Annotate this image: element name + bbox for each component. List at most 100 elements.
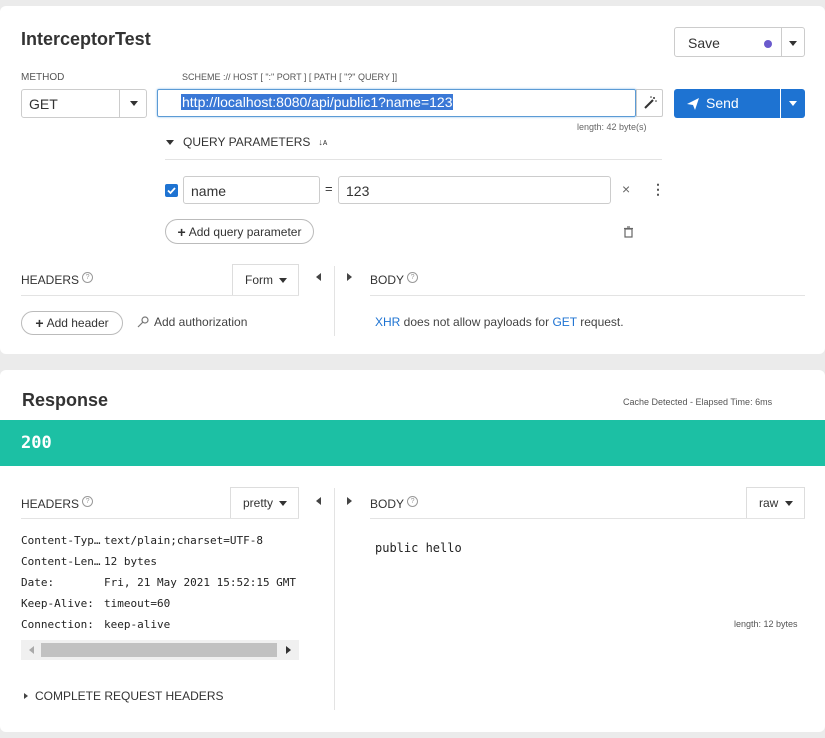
header-key: Date: <box>21 576 55 589</box>
vertical-divider <box>334 266 335 336</box>
header-key: Content-Len… <box>21 555 101 568</box>
chevron-down-icon <box>130 101 138 106</box>
header-value: 12 bytes <box>104 555 157 568</box>
query-params-toggle[interactable]: QUERY PARAMETERS ↓ᴀ <box>166 135 327 149</box>
save-label: Save <box>688 35 720 51</box>
divider <box>21 295 299 296</box>
chevron-down-icon <box>279 501 287 506</box>
response-length-info: length: 12 bytes <box>734 619 798 629</box>
method-select[interactable]: GET <box>21 89 147 118</box>
divider <box>370 518 805 519</box>
header-key: Content-Typ… <box>21 534 101 547</box>
chevron-down-icon <box>166 139 174 145</box>
table-row: Keep-Alive: timeout=60 <box>21 597 170 610</box>
table-row: Content-Typ… text/plain;charset=UTF-8 <box>21 534 263 547</box>
status-bar: 200 <box>0 420 825 466</box>
add-authorization-label: Add authorization <box>154 315 248 329</box>
scrollbar-thumb[interactable] <box>41 643 277 657</box>
response-body-mode-value: raw <box>759 496 779 510</box>
response-body-label: BODY <box>370 497 405 511</box>
send-menu-button[interactable] <box>781 89 805 118</box>
response-headers-table: Content-Typ… text/plain;charset=UTF-8 Con… <box>21 534 299 644</box>
unsaved-dot-icon <box>764 40 772 48</box>
body-message: XHR does not allow payloads for GET requ… <box>375 315 624 329</box>
complete-request-headers-toggle[interactable]: COMPLETE REQUEST HEADERS <box>24 689 223 703</box>
divider <box>370 295 805 296</box>
header-value: keep-alive <box>104 618 171 631</box>
help-icon[interactable]: ? <box>82 496 94 507</box>
url-length-info: length: 42 byte(s) <box>577 122 647 132</box>
method-label: METHOD <box>21 72 65 83</box>
status-code: 200 <box>21 433 52 453</box>
url-value: http://localhost:8080/api/public1?name=1… <box>181 94 454 110</box>
magic-wand-icon <box>644 96 657 109</box>
beautify-button[interactable] <box>636 89 663 117</box>
plus-icon: + <box>35 315 44 331</box>
save-button[interactable]: Save <box>674 27 782 57</box>
request-body-label: BODY <box>370 273 405 287</box>
param-value-text: 123 <box>346 183 370 199</box>
chevron-down-icon <box>789 101 797 106</box>
scroll-right-icon[interactable] <box>286 646 291 654</box>
request-headers-label: HEADERS <box>21 273 80 287</box>
url-input[interactable]: http://localhost:8080/api/public1?name=1… <box>157 89 636 117</box>
add-header-button[interactable]: + Add header <box>21 311 123 335</box>
scroll-left-icon[interactable] <box>29 646 34 654</box>
response-headers-label: HEADERS <box>21 497 80 511</box>
collapse-left-icon[interactable] <box>316 273 321 281</box>
param-name-value: name <box>191 183 227 199</box>
add-query-param-label: Add query parameter <box>188 224 302 239</box>
get-link[interactable]: GET <box>552 315 576 329</box>
response-headers-title: HEADERS? <box>21 496 94 511</box>
collapse-right-icon[interactable] <box>347 497 352 505</box>
param-value-input[interactable]: 123 <box>338 176 611 204</box>
response-card: Response Cache Detected - Elapsed Time: … <box>0 370 825 732</box>
request-card: InterceptorTest Save METHOD GET SCHEME :… <box>0 6 825 354</box>
divider <box>165 159 662 160</box>
chevron-down-icon <box>789 41 797 46</box>
plus-icon: + <box>177 223 186 240</box>
headers-mode-value: Form <box>245 273 273 287</box>
divider <box>21 518 299 519</box>
remove-param-icon[interactable]: × <box>622 181 630 197</box>
query-params-title: QUERY PARAMETERS <box>183 135 311 149</box>
trash-icon[interactable] <box>623 226 634 238</box>
param-enable-checkbox[interactable] <box>165 184 178 197</box>
sort-icon[interactable]: ↓ᴀ <box>318 137 327 147</box>
body-message-text: does not allow payloads for <box>400 315 553 329</box>
more-options-icon[interactable]: ⋮ <box>651 181 665 198</box>
help-icon[interactable]: ? <box>407 496 419 507</box>
vertical-divider <box>334 488 335 710</box>
header-key: Connection: <box>21 618 94 631</box>
add-header-label: Add header <box>46 316 109 330</box>
collapse-left-icon[interactable] <box>316 497 321 505</box>
table-row: Date: Fri, 21 May 2021 15:52:15 GMT <box>21 576 296 589</box>
param-name-input[interactable]: name <box>183 176 320 204</box>
response-title: Response <box>22 390 109 410</box>
response-headers-mode-select[interactable]: pretty <box>230 487 299 518</box>
send-button[interactable]: Send <box>674 89 780 118</box>
param-equals: = <box>325 181 333 196</box>
request-headers-title: HEADERS? <box>21 272 94 287</box>
table-row: Content-Len… 12 bytes <box>21 555 157 568</box>
url-hint: SCHEME :// HOST [ ":" PORT ] [ PATH [ "?… <box>182 72 398 82</box>
help-icon[interactable]: ? <box>82 272 94 283</box>
send-label: Send <box>706 95 739 111</box>
response-headers-mode-value: pretty <box>243 496 274 510</box>
response-body-text: public hello <box>375 541 462 555</box>
header-value: timeout=60 <box>104 597 171 610</box>
header-key: Keep-Alive: <box>21 597 94 610</box>
save-menu-button[interactable] <box>781 27 805 57</box>
collapse-right-icon[interactable] <box>347 273 352 281</box>
method-dropdown[interactable] <box>119 90 148 117</box>
add-authorization-link[interactable]: Add authorization <box>137 315 247 329</box>
horizontal-scrollbar[interactable] <box>21 640 299 660</box>
table-row: Connection: keep-alive <box>21 618 170 631</box>
key-icon <box>137 316 149 328</box>
response-body-mode-select[interactable]: raw <box>746 487 805 518</box>
chevron-down-icon <box>279 278 287 283</box>
help-icon[interactable]: ? <box>407 272 419 283</box>
add-query-param-button[interactable]: + Add query parameter <box>165 219 314 244</box>
xhr-link[interactable]: XHR <box>375 315 400 329</box>
headers-mode-select[interactable]: Form <box>232 264 299 295</box>
